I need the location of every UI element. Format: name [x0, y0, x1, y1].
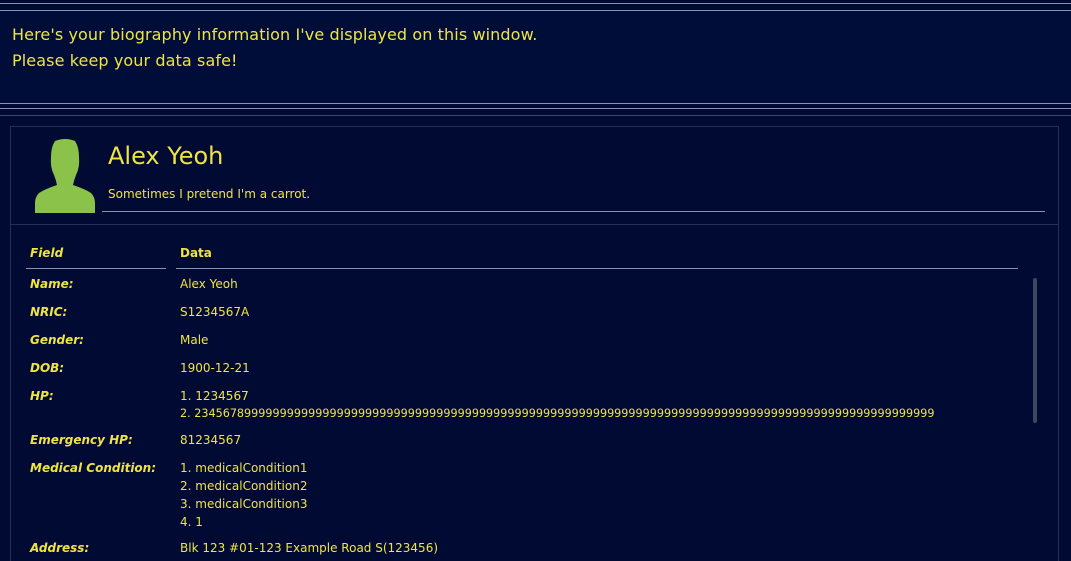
row-value-gender: Male — [180, 331, 208, 349]
row-label-dob: DOB: — [30, 361, 65, 375]
header-underline — [102, 211, 1045, 212]
vertical-scrollbar-thumb[interactable] — [1033, 278, 1037, 423]
splitter-line-upper[interactable] — [0, 108, 1071, 109]
value-line: Male — [180, 333, 209, 347]
value-line: 2. medicalCondition2 — [180, 479, 308, 493]
value-line: 3. medicalCondition3 — [180, 497, 308, 511]
row-label-gender: Gender: — [30, 333, 84, 347]
row-label-name: Name: — [30, 277, 74, 291]
row-value-emergency-hp: 81234567 — [180, 431, 241, 449]
value-line: 2. 2345678999999999999999999999999999999… — [180, 407, 935, 420]
profile-quote: Sometimes I pretend I'm a carrot. — [108, 187, 311, 201]
message-line-2: Please keep your data safe! — [12, 51, 238, 70]
top-border-line — [0, 3, 1071, 4]
row-label-nric: NRIC: — [30, 305, 68, 319]
row-label-medical-condition: Medical Condition: — [30, 461, 157, 475]
row-value-medical-condition: 1. medicalCondition1 2. medicalCondition… — [180, 459, 307, 531]
column-header-field-underline — [26, 268, 166, 269]
message-line-1: Here's your biography information I've d… — [12, 25, 538, 44]
message-panel: Here's your biography information I've d… — [0, 10, 1071, 103]
splitter-line-lower[interactable] — [0, 115, 1071, 116]
message-panel-bottom-line — [0, 103, 1071, 104]
row-value-nric: S1234567A — [180, 303, 249, 321]
row-label-hp: HP: — [30, 389, 54, 403]
row-label-emergency-hp: Emergency HP: — [30, 433, 133, 447]
value-line: 81234567 — [180, 433, 242, 447]
person-silhouette-icon — [35, 139, 95, 213]
biography-card: Alex Yeoh Sometimes I pretend I'm a carr… — [10, 126, 1059, 561]
value-line: 4. 1 — [180, 515, 203, 529]
value-line: Blk 123 #01-123 Example Road S(123456) — [180, 541, 439, 555]
value-line: Alex Yeoh — [180, 277, 238, 291]
value-line: 1900-12-21 — [180, 361, 250, 375]
message-panel-top-line — [0, 10, 1071, 11]
column-header-data-underline — [176, 268, 1018, 269]
value-line: 1. medicalCondition1 — [180, 461, 308, 475]
row-value-address: Blk 123 #01-123 Example Road S(123456) — [180, 539, 438, 557]
card-divider — [11, 224, 1058, 225]
row-value-dob: 1900-12-21 — [180, 359, 250, 377]
row-value-hp: 1. 1234567 2. 23456789999999999999999999… — [180, 387, 934, 423]
profile-name: Alex Yeoh — [108, 142, 224, 170]
column-header-data[interactable]: Data — [180, 246, 212, 260]
value-line: 1. 1234567 — [180, 389, 249, 403]
biography-window: Here's your biography information I've d… — [0, 0, 1071, 561]
row-label-address: Address: — [30, 541, 90, 555]
value-line: S1234567A — [180, 305, 250, 319]
column-header-field[interactable]: Field — [30, 246, 63, 260]
row-value-name: Alex Yeoh — [180, 275, 238, 293]
